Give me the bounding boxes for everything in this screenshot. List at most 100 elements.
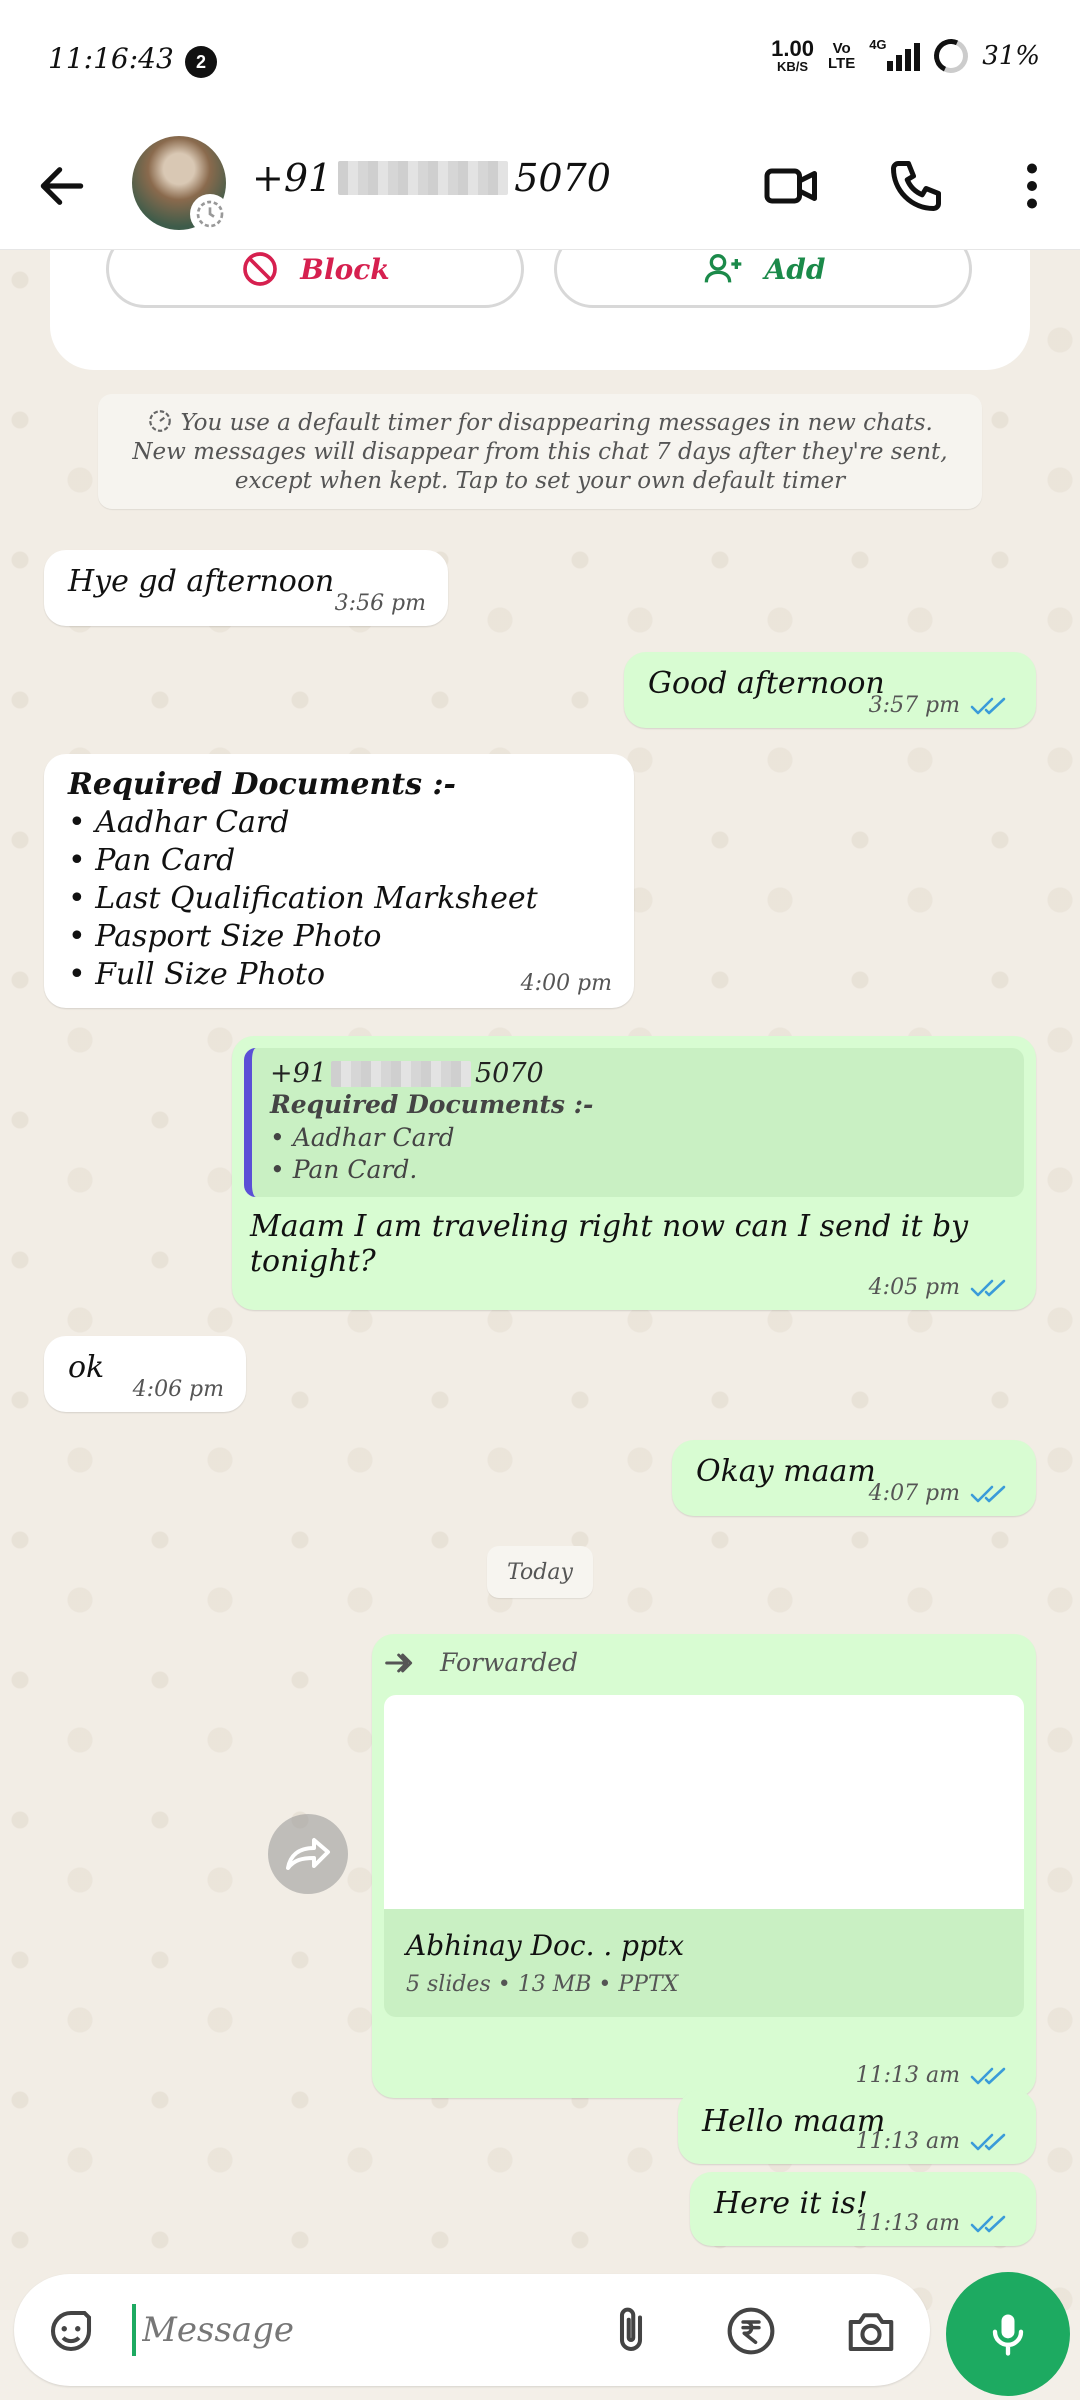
status-bar: 11:16:43 2 1.00 KB/S Vo LTE 4G 31% (0, 0, 1080, 122)
forward-button[interactable] (268, 1814, 348, 1894)
message-outgoing[interactable]: Okay maam 4:07 pm (672, 1440, 1036, 1516)
message-time: 4:06 pm (132, 1377, 224, 1402)
message-time: 4:00 pm (520, 971, 612, 997)
message-composer (14, 2274, 930, 2386)
read-ticks-icon (970, 2215, 1006, 2232)
contact-prefix: +91 (252, 156, 333, 200)
phone-icon[interactable] (886, 156, 946, 216)
message-time: 11:13 am (855, 2063, 960, 2088)
network-type: 4G (869, 36, 887, 52)
message-time: 3:56 pm (334, 591, 426, 616)
message-time: 11:13 am (855, 2211, 960, 2236)
chat-header: +91 5070 (0, 122, 1080, 250)
document-preview[interactable] (384, 1695, 1024, 1909)
forwarded-text: Forwarded (440, 1648, 579, 1677)
block-label: Block (300, 252, 390, 286)
quoted-title: Required Documents :- (270, 1090, 594, 1119)
list-item: • Pan Card (68, 843, 236, 879)
back-arrow-icon[interactable] (34, 158, 90, 214)
timer-icon (149, 410, 171, 432)
contact-name[interactable]: +91 5070 (252, 156, 611, 200)
message-meta: 4:00 pm (521, 970, 612, 998)
net-speed-value: 1.00 (771, 36, 814, 61)
message-text: Maam I am traveling right now can I send… (250, 1208, 969, 1279)
notification-badge: 2 (185, 46, 217, 78)
redacted-number (338, 161, 509, 195)
message-text: Good afternoon (648, 666, 885, 701)
document-name: Abhinay Doc. . pptx (406, 1929, 685, 1962)
message-text: ok (68, 1350, 105, 1385)
message-incoming[interactable]: Hye gd afternoon 3:56 pm (44, 550, 448, 626)
message-title: Required Documents :- (68, 767, 456, 802)
rupee-payment-icon[interactable] (724, 2304, 778, 2358)
status-icons: 1.00 KB/S Vo LTE 4G 31% (771, 33, 1040, 78)
message-text: Here it is! (714, 2186, 868, 2221)
date-chip: Today (487, 1546, 593, 1598)
document-info[interactable]: Abhinay Doc. . pptx 5 slides • 13 MB • P… (384, 1909, 1024, 2017)
voice-record-button[interactable] (946, 2272, 1070, 2396)
add-contact-button[interactable]: Add (554, 250, 972, 308)
chat-area[interactable]: Block Add You use a default timer for di… (0, 250, 1080, 2310)
add-label: Add (764, 252, 826, 286)
add-person-icon (704, 253, 741, 283)
message-meta: 3:56 pm (335, 591, 426, 616)
redacted-number (330, 1060, 471, 1087)
quoted-message[interactable]: +91 5070 Required Documents :- • Aadhar … (244, 1048, 1024, 1197)
net-speed: 1.00 KB/S (771, 36, 814, 74)
read-ticks-icon (970, 1485, 1006, 1502)
document-meta: 5 slides • 13 MB • PPTX (406, 1972, 679, 1997)
sticker-icon[interactable] (44, 2304, 98, 2358)
message-outgoing[interactable]: Here it is! 11:13 am (690, 2172, 1036, 2246)
block-icon (243, 252, 278, 286)
avatar[interactable] (132, 136, 230, 234)
message-outgoing-reply[interactable]: +91 5070 Required Documents :- • Aadhar … (232, 1036, 1036, 1310)
read-ticks-icon (970, 2133, 1006, 2150)
read-ticks-icon (970, 697, 1006, 714)
message-time: 11:13 am (855, 2129, 960, 2154)
net-speed-unit: KB/S (777, 59, 809, 74)
volte-top: Vo (832, 39, 851, 57)
block-button[interactable]: Block (106, 250, 524, 308)
message-incoming[interactable]: ok 4:06 pm (44, 1336, 246, 1412)
contact-suffix: 5070 (514, 156, 611, 200)
message-meta: 3:57 pm (869, 693, 1014, 718)
signal-icon: 4G (869, 37, 921, 71)
volte-bottom: LTE (827, 54, 856, 72)
message-meta: 11:13 am (856, 2211, 1014, 2236)
quoted-sender-prefix: +91 (270, 1058, 327, 1089)
read-ticks-icon (970, 1279, 1006, 1296)
message-meta: 4:05 pm (869, 1275, 1014, 1300)
attach-icon[interactable] (604, 2304, 658, 2358)
forwarded-label: Forwarded (384, 1648, 1024, 1677)
disappearing-messages-notice[interactable]: You use a default timer for disappearing… (98, 394, 982, 510)
forwarded-icon (385, 1653, 413, 1672)
list-item: • Pasport Size Photo (68, 919, 382, 955)
video-call-icon[interactable] (762, 156, 822, 216)
battery-icon (929, 33, 973, 78)
message-text: Hye gd afternoon (68, 564, 335, 599)
message-time: 4:07 pm (868, 1481, 960, 1506)
mic-icon (992, 2314, 1024, 2356)
message-forwarded-document[interactable]: Forwarded Abhinay Doc. . pptx 5 slides •… (372, 1634, 1036, 2098)
more-vert-icon[interactable] (1002, 156, 1062, 216)
message-meta: 11:13 am (856, 2063, 1014, 2088)
message-outgoing[interactable]: Hello maam 11:13 am (678, 2090, 1036, 2164)
message-incoming[interactable]: Required Documents :- • Aadhar Card • Pa… (44, 754, 634, 1008)
battery-percent: 31% (982, 40, 1040, 71)
message-meta: 4:06 pm (133, 1377, 224, 1402)
quoted-sender: +91 5070 (270, 1058, 1006, 1089)
message-outgoing[interactable]: Good afternoon 3:57 pm (624, 652, 1036, 728)
status-ring-icon (190, 194, 230, 234)
message-meta: 4:07 pm (869, 1481, 1014, 1506)
camera-icon[interactable] (844, 2304, 898, 2358)
quoted-line: • Aadhar Card (270, 1122, 455, 1152)
share-arrow-icon (286, 1838, 330, 1870)
message-input[interactable] (132, 2304, 592, 2356)
list-item: • Last Qualification Marksheet (68, 881, 538, 917)
input-bar (0, 2272, 1080, 2400)
message-meta: 11:13 am (856, 2129, 1014, 2154)
volte-indicator: Vo LTE (828, 41, 855, 71)
list-item: • Aadhar Card (68, 805, 290, 841)
message-time: 4:05 pm (868, 1275, 960, 1300)
contact-card: Block Add (50, 250, 1030, 370)
